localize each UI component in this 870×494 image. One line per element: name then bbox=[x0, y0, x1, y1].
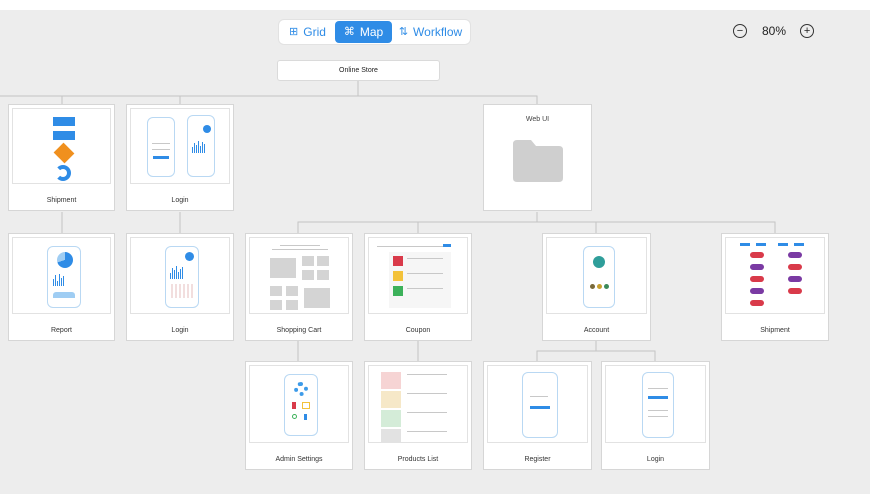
root-node-label: Online Store bbox=[339, 67, 378, 74]
screen-card-shopping-cart[interactable]: Shopping Cart bbox=[245, 233, 353, 341]
screen-card-login-3[interactable]: Login bbox=[601, 361, 710, 470]
zoom-control: − 80% + bbox=[733, 24, 815, 38]
screen-card-shipment-2[interactable]: Shipment bbox=[721, 233, 829, 341]
screen-label: Login bbox=[646, 456, 665, 463]
grid-icon: ⊞ bbox=[289, 25, 299, 38]
screen-thumbnail bbox=[368, 237, 468, 314]
screen-label: Register bbox=[524, 456, 551, 463]
screen-card-login[interactable]: Login bbox=[126, 104, 234, 211]
screen-thumbnail bbox=[605, 365, 706, 443]
screen-thumbnail bbox=[249, 365, 349, 443]
screen-thumbnail bbox=[368, 365, 468, 443]
screen-label: Admin Settings bbox=[275, 456, 323, 463]
screen-thumbnail bbox=[12, 108, 111, 184]
screen-thumbnail bbox=[725, 237, 825, 314]
screen-label: Login bbox=[171, 327, 189, 334]
screen-label: Coupon bbox=[405, 327, 431, 334]
root-node[interactable]: Online Store bbox=[277, 60, 440, 81]
screen-thumbnail bbox=[249, 237, 349, 314]
screen-thumbnail bbox=[487, 365, 588, 443]
zoom-level: 80% bbox=[762, 24, 787, 38]
screen-card-login-2[interactable]: Login bbox=[126, 233, 234, 341]
map-canvas[interactable]: ⊞ Grid ⌘ Map ⇅ Workflow − 80% + Online S… bbox=[0, 10, 870, 494]
screen-label: Login bbox=[171, 197, 189, 204]
screen-thumbnail bbox=[12, 237, 111, 314]
screen-card-shipment[interactable]: Shipment bbox=[8, 104, 115, 211]
screen-thumbnail bbox=[130, 237, 230, 314]
screen-label: Shopping Cart bbox=[276, 327, 322, 334]
map-view-button[interactable]: ⌘ Map bbox=[335, 21, 392, 43]
screen-card-admin-settings[interactable]: Admin Settings bbox=[245, 361, 353, 470]
screen-label: Products List bbox=[397, 456, 439, 463]
grid-view-button[interactable]: ⊞ Grid bbox=[280, 21, 335, 43]
screen-card-account[interactable]: Account bbox=[542, 233, 651, 341]
workflow-icon: ⇅ bbox=[398, 25, 409, 38]
workflow-view-button[interactable]: ⇅ Workflow bbox=[392, 21, 469, 43]
screen-label: Account bbox=[583, 327, 610, 334]
screen-card-coupon[interactable]: Coupon bbox=[364, 233, 472, 341]
screen-label: Shipment bbox=[760, 327, 790, 334]
screen-card-report[interactable]: Report bbox=[8, 233, 115, 341]
minus-circle-icon: − bbox=[736, 24, 744, 37]
screen-card-register[interactable]: Register bbox=[483, 361, 592, 470]
folder-card-web-ui[interactable]: Web UI bbox=[483, 104, 592, 211]
screen-thumbnail bbox=[546, 237, 647, 314]
screen-label: Report bbox=[50, 327, 72, 334]
screen-card-products-list[interactable]: Products List bbox=[364, 361, 472, 470]
folder-icon bbox=[513, 140, 563, 182]
screen-label: Shipment bbox=[46, 197, 77, 204]
zoom-out-button[interactable]: − bbox=[733, 24, 747, 38]
plus-circle-icon: + bbox=[803, 24, 811, 37]
screen-thumbnail bbox=[130, 108, 230, 184]
map-icon: ⌘ bbox=[343, 25, 355, 38]
view-mode-switch: ⊞ Grid ⌘ Map ⇅ Workflow bbox=[279, 20, 470, 44]
folder-title: Web UI bbox=[525, 116, 550, 123]
zoom-in-button[interactable]: + bbox=[800, 24, 815, 38]
